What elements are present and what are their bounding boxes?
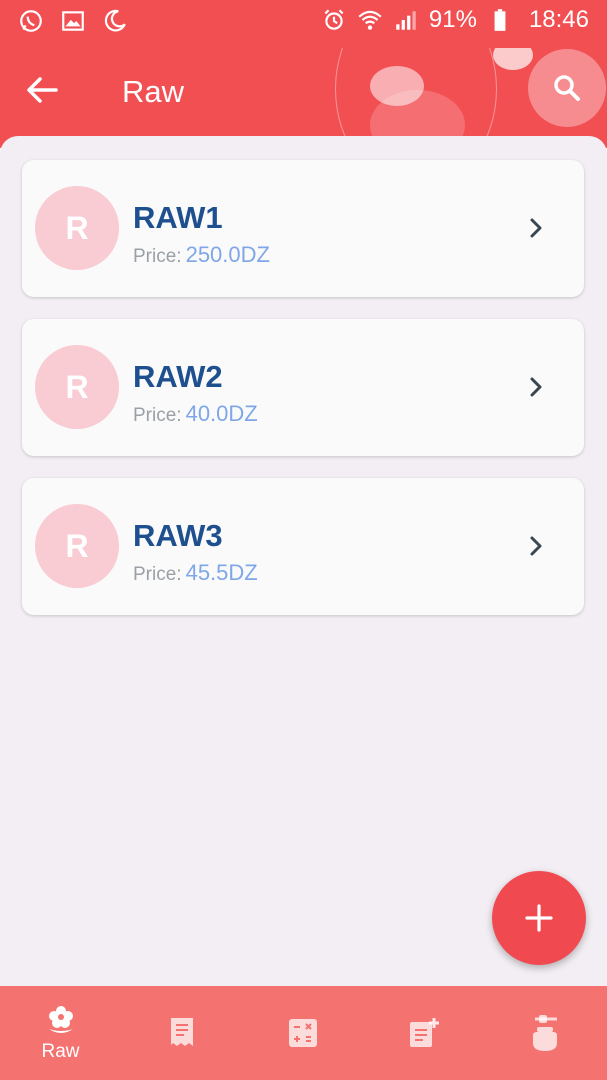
item-name: RAW3 xyxy=(133,518,223,553)
price-value: 40.0DZ xyxy=(185,401,258,426)
wifi-icon xyxy=(358,10,382,30)
decor-ring xyxy=(335,48,497,148)
chevron-right-icon xyxy=(530,218,542,238)
page-title: Raw xyxy=(122,74,185,109)
price-value: 250.0DZ xyxy=(185,242,270,267)
status-left-icons xyxy=(18,8,128,34)
battery-percent: 91% xyxy=(428,6,477,33)
plus-icon xyxy=(525,904,553,932)
content-area: R RAW1 Price: 250.0DZ R RAW2 Price: 40.0DZ… xyxy=(0,136,607,986)
avatar: R xyxy=(35,504,119,588)
whatsapp-icon xyxy=(20,10,42,32)
calculator-icon xyxy=(288,1019,317,1047)
signal-icon xyxy=(396,11,416,30)
honey-pot-icon xyxy=(532,1015,557,1051)
item-price: Price: 250.0DZ xyxy=(133,242,270,268)
alarm-icon xyxy=(324,9,344,30)
price-label: Price: xyxy=(133,564,182,585)
price-label: Price: xyxy=(133,405,182,426)
flower-icon xyxy=(48,1006,73,1033)
item-name: RAW1 xyxy=(133,200,223,235)
nav-item-receipt[interactable] xyxy=(121,986,242,1080)
nav-label: Raw xyxy=(41,1041,80,1062)
status-right: 91% 18:46 xyxy=(321,6,589,34)
chevron-right-icon xyxy=(530,536,542,556)
back-arrow-icon[interactable] xyxy=(22,70,62,110)
chevron-right-icon xyxy=(530,377,542,397)
receipt-icon xyxy=(170,1018,193,1046)
bottom-nav: Raw xyxy=(0,986,607,1080)
nav-item-raw[interactable]: Raw xyxy=(0,986,121,1080)
list-item[interactable]: R RAW1 Price: 250.0DZ xyxy=(22,160,584,297)
search-button[interactable] xyxy=(528,49,606,127)
item-price: Price: 45.5DZ xyxy=(133,560,258,586)
item-price: Price: 40.0DZ xyxy=(133,401,258,427)
nav-item-add-note[interactable] xyxy=(363,986,484,1080)
item-name: RAW2 xyxy=(133,359,223,394)
list-item[interactable]: R RAW2 Price: 40.0DZ xyxy=(22,319,584,456)
clock: 18:46 xyxy=(528,6,589,33)
nav-item-calculator[interactable] xyxy=(242,986,363,1080)
avatar: R xyxy=(35,186,119,270)
add-button[interactable] xyxy=(492,871,586,965)
price-value: 45.5DZ xyxy=(185,560,258,585)
nav-item-honey[interactable] xyxy=(484,986,605,1080)
list-item[interactable]: R RAW3 Price: 45.5DZ xyxy=(22,478,584,615)
search-icon xyxy=(554,75,580,101)
price-label: Price: xyxy=(133,246,182,267)
image-icon xyxy=(62,11,84,31)
battery-icon xyxy=(494,9,506,31)
note-add-icon xyxy=(409,1018,439,1047)
moon-icon xyxy=(104,9,126,32)
status-bar: 91% 18:46 xyxy=(0,0,607,48)
avatar: R xyxy=(35,345,119,429)
app-bar: Raw xyxy=(0,48,607,148)
decor-circle xyxy=(493,48,533,70)
